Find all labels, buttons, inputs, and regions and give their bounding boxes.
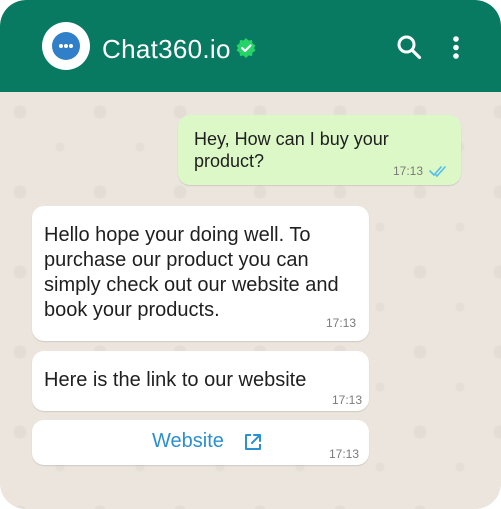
chat-logo-icon bbox=[52, 32, 80, 60]
website-link-message[interactable]: Website 17:13 bbox=[32, 420, 369, 465]
more-vert-icon[interactable] bbox=[450, 35, 462, 61]
message-time: 17:13 bbox=[329, 447, 360, 461]
verified-badge-icon bbox=[236, 38, 256, 58]
message-time: 17:13 bbox=[326, 316, 357, 330]
external-link-icon[interactable] bbox=[243, 432, 263, 452]
chat-window: Chat360.io Hey, How can I buy your produ… bbox=[0, 0, 501, 509]
message-time: 17:13 bbox=[332, 393, 363, 407]
message-outgoing[interactable]: Hey, How can I buy your product? 17:13 bbox=[178, 115, 461, 185]
avatar[interactable] bbox=[42, 22, 90, 70]
read-receipt-icon bbox=[429, 166, 446, 177]
message-text: Hey, How can I buy your product? bbox=[194, 129, 389, 171]
website-link[interactable]: Website bbox=[152, 430, 224, 453]
message-text: Hello hope your doing well. To purchase … bbox=[44, 224, 339, 321]
chat-title[interactable]: Chat360.io bbox=[102, 34, 231, 64]
message-text: Here is the link to our website bbox=[44, 369, 307, 391]
search-icon[interactable] bbox=[396, 34, 422, 60]
message-incoming[interactable]: Here is the link to our website 17:13 bbox=[32, 351, 369, 411]
message-incoming[interactable]: Hello hope your doing well. To purchase … bbox=[32, 206, 369, 341]
message-time: 17:13 bbox=[393, 164, 424, 178]
chat-header: Chat360.io bbox=[0, 0, 501, 92]
